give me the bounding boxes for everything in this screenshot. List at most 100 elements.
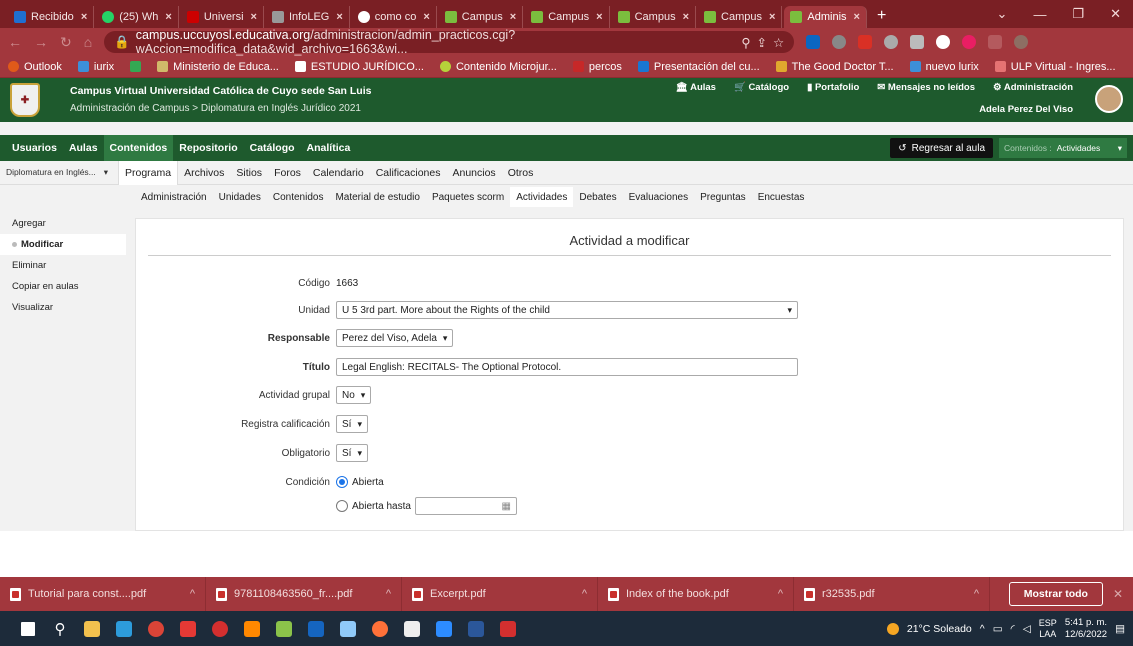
browser-tab[interactable]: (25) Wh ×	[96, 6, 179, 28]
bookmark-item[interactable]: Ministerio de Educa...	[157, 61, 279, 73]
browser-tab[interactable]: Campus ×	[698, 6, 783, 28]
condicion-abierta-radio[interactable]	[336, 476, 348, 488]
chevron-up-icon[interactable]: ^	[176, 588, 195, 600]
minimize-icon[interactable]: —	[1033, 7, 1046, 22]
menu-contenidos[interactable]: Contenidos	[103, 135, 174, 161]
clock[interactable]: 5:41 p. m. 12/6/2022	[1065, 617, 1107, 641]
maximize-icon[interactable]: ❐	[1072, 6, 1084, 22]
app-icon[interactable]	[300, 611, 332, 646]
tab-unidades[interactable]: Unidades	[213, 187, 267, 207]
sidebar-item-visualizar[interactable]: Visualizar	[0, 297, 126, 318]
tab-material-de-estudio[interactable]: Material de estudio	[329, 187, 426, 207]
nav-aulas[interactable]: 🏛 Aulas	[676, 82, 716, 93]
browser-tab-active[interactable]: Adminis ×	[784, 6, 867, 28]
tab-encuestas[interactable]: Encuestas	[752, 187, 811, 207]
extension-icon[interactable]	[884, 35, 899, 49]
tab-actividades[interactable]: Actividades	[510, 187, 574, 207]
grupal-select[interactable]: No ▾	[336, 386, 372, 404]
tab-search-icon[interactable]: ⌄	[997, 6, 1008, 22]
menu-usuarios[interactable]: Usuarios	[6, 135, 63, 161]
extension-icon[interactable]	[910, 35, 925, 49]
chevron-up-icon[interactable]: ^	[764, 588, 783, 600]
chevron-up-icon[interactable]: ^	[372, 588, 391, 600]
calendar-icon[interactable]: ▦	[501, 501, 510, 512]
extension-icon[interactable]	[832, 35, 847, 49]
close-icon[interactable]: ×	[423, 11, 429, 23]
tab-sitios[interactable]: Sitios	[230, 161, 268, 185]
chevron-up-icon[interactable]: ^	[960, 588, 979, 600]
tray-expand-icon[interactable]: ^	[980, 623, 985, 635]
nav-catalogo[interactable]: 🛒 Catálogo	[734, 82, 789, 93]
calificacion-select[interactable]: Sí ▾	[336, 415, 368, 433]
show-all-button[interactable]: Mostrar todo	[1008, 582, 1103, 606]
menu-catalogo[interactable]: Catálogo	[244, 135, 301, 161]
sidebar-item-modificar[interactable]: Modificar	[0, 234, 126, 255]
sidebar-item-copiar[interactable]: Copiar en aulas	[0, 276, 126, 297]
download-item[interactable]: Index of the book.pdf ^	[598, 577, 794, 611]
close-icon[interactable]: ×	[81, 11, 87, 23]
download-item[interactable]: 9781108463560_fr....pdf ^	[206, 577, 402, 611]
tab-foros[interactable]: Foros	[268, 161, 307, 185]
firefox-icon[interactable]	[364, 611, 396, 646]
close-icon[interactable]: ×	[336, 11, 342, 23]
pdf-extension-icon[interactable]	[858, 35, 873, 49]
windows-start-icon[interactable]	[12, 611, 44, 646]
tab-preguntas[interactable]: Preguntas	[694, 187, 752, 207]
browser-tab[interactable]: Recibido ×	[8, 6, 95, 28]
context-select[interactable]: Contenidos : Actividades ▾	[999, 138, 1127, 158]
app-icon[interactable]	[332, 611, 364, 646]
puzzle-icon[interactable]	[988, 35, 1003, 49]
profile-avatar-icon[interactable]	[1014, 35, 1029, 49]
browser-tab[interactable]: Universi ×	[181, 6, 264, 28]
chrome-icon[interactable]	[140, 611, 172, 646]
zoom-app-icon[interactable]	[428, 611, 460, 646]
breadcrumb[interactable]: Administración de Campus > Diplomatura e…	[70, 100, 371, 118]
vlc-icon[interactable]	[236, 611, 268, 646]
menu-repositorio[interactable]: Repositorio	[173, 135, 243, 161]
menu-aulas[interactable]: Aulas	[63, 135, 104, 161]
tab-evaluaciones[interactable]: Evaluaciones	[623, 187, 694, 207]
app-icon[interactable]	[108, 611, 140, 646]
bookmark-item[interactable]: Contenido Microjur...	[439, 61, 557, 73]
network-icon[interactable]: ▭	[993, 623, 1003, 635]
avatar[interactable]	[1095, 85, 1123, 113]
app-icon[interactable]	[172, 611, 204, 646]
tab-paquetes-scorm[interactable]: Paquetes scorm	[426, 187, 510, 207]
weather-text[interactable]: 21°C Soleado	[907, 623, 972, 635]
extension-icon[interactable]	[936, 35, 951, 49]
close-window-icon[interactable]: ✕	[1110, 6, 1121, 22]
download-item[interactable]: r32535.pdf ^	[794, 577, 990, 611]
nav-administracion[interactable]: ⚙ Administración	[993, 82, 1073, 93]
tab-calendario[interactable]: Calendario	[307, 161, 370, 185]
responsable-select[interactable]: Perez del Viso, Adela ▾	[336, 329, 454, 347]
download-item[interactable]: Excerpt.pdf ^	[402, 577, 598, 611]
tab-contenidos[interactable]: Contenidos	[267, 187, 330, 207]
file-explorer-icon[interactable]	[76, 611, 108, 646]
bookmark-item[interactable]: iurix	[77, 61, 114, 73]
tab-anuncios[interactable]: Anuncios	[446, 161, 501, 185]
close-icon[interactable]: ×	[251, 11, 257, 23]
menu-analitica[interactable]: Analítica	[301, 135, 357, 161]
language-indicator[interactable]: ESP LAA	[1039, 618, 1057, 640]
nav-portafolio[interactable]: ▮ Portafolio	[807, 82, 859, 93]
tab-archivos[interactable]: Archivos	[178, 161, 230, 185]
notifications-icon[interactable]: ▤	[1115, 623, 1125, 635]
bookmark-item[interactable]: percos	[572, 61, 622, 73]
bookmark-item[interactable]: The Good Doctor T...	[775, 61, 894, 73]
home-icon[interactable]: ⌂	[84, 34, 92, 50]
condicion-abierta-hasta-radio[interactable]	[336, 500, 348, 512]
share-icon[interactable]: ⇪	[757, 35, 767, 50]
search-icon[interactable]: ⚲	[44, 611, 76, 646]
browser-tab[interactable]: Campus ×	[525, 6, 610, 28]
titulo-input[interactable]: Legal English: RECITALS- The Optional Pr…	[336, 358, 798, 376]
bookmark-star-icon[interactable]: ☆	[773, 35, 784, 50]
word-icon[interactable]	[460, 611, 492, 646]
wifi-icon[interactable]: ◜	[1011, 623, 1015, 635]
browser-tab[interactable]: Campus ×	[612, 6, 697, 28]
bookmark-item[interactable]: nuevo lurix	[909, 61, 979, 73]
play-extension-icon[interactable]	[962, 35, 977, 49]
app-icon[interactable]	[204, 611, 236, 646]
tab-administracion[interactable]: Administración	[135, 187, 213, 207]
close-icon[interactable]: ×	[683, 11, 689, 23]
app-icon[interactable]	[268, 611, 300, 646]
